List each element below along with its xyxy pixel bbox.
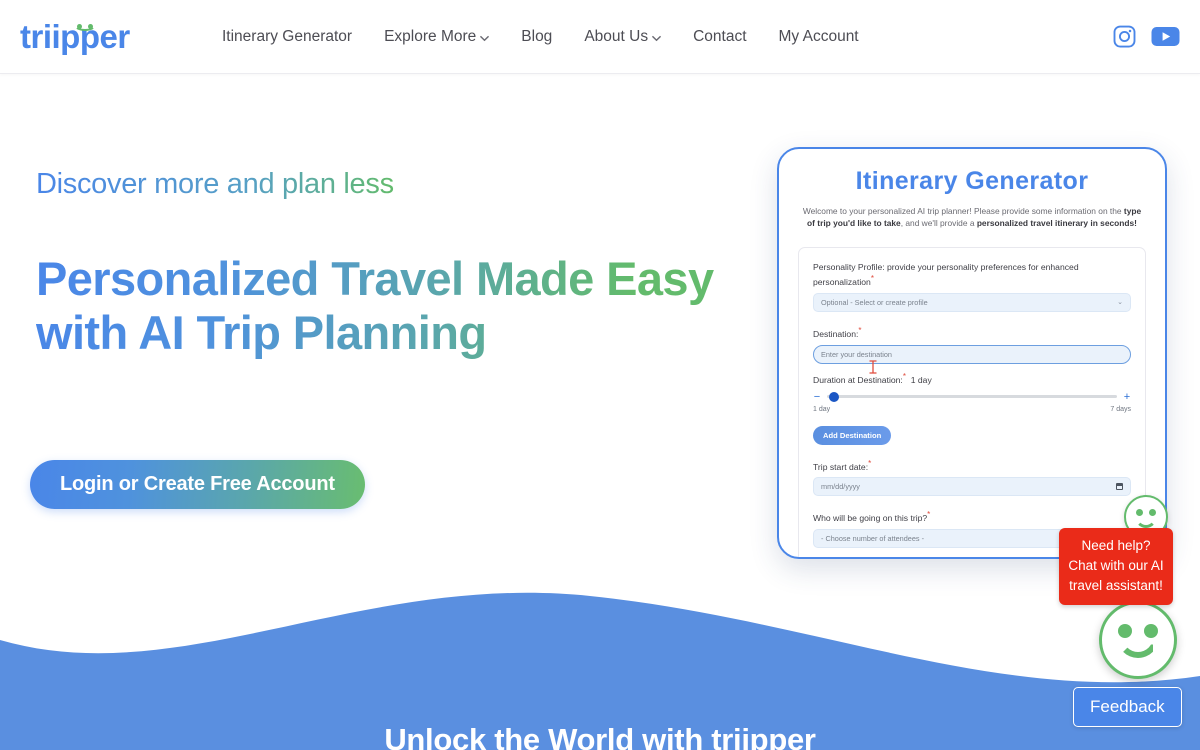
trip-start-date-input[interactable]: mm/dd/yyyy: [813, 477, 1131, 497]
slider-thumb[interactable]: [829, 391, 839, 402]
page-root: triipper Itinerary Generator Explore Mor…: [0, 0, 1200, 750]
login-create-account-button[interactable]: Login or Create Free Account: [30, 460, 365, 509]
nav-label: Blog: [521, 27, 553, 45]
attendees-placeholder: - Choose number of attendees -: [821, 534, 925, 544]
slider-track[interactable]: [827, 391, 1117, 402]
trip-start-date-placeholder: mm/dd/yyyy: [821, 482, 860, 492]
add-destination-button[interactable]: Add Destination: [813, 425, 892, 445]
chat-tooltip[interactable]: Need help? Chat with our AI travel assis…: [1059, 528, 1173, 605]
brand-logo[interactable]: triipper: [20, 14, 146, 60]
calendar-icon[interactable]: [1116, 483, 1123, 491]
site-header: triipper Itinerary Generator Explore Mor…: [0, 0, 1200, 74]
slider-max-label: 7 days: [1110, 405, 1131, 413]
duration-label-text: Duration at Destination:: [813, 374, 903, 385]
nav-item-about-us[interactable]: About Us: [568, 22, 677, 52]
instagram-icon[interactable]: [1112, 24, 1137, 49]
duration-value: 1 day: [910, 374, 932, 385]
nav-label: Contact: [693, 27, 747, 45]
youtube-icon[interactable]: [1151, 26, 1180, 47]
required-marker: *: [870, 274, 874, 283]
footer-band-heading: Unlock the World with triipper: [384, 722, 816, 750]
feedback-button[interactable]: Feedback: [1073, 687, 1182, 727]
destination-label-text: Destination:: [813, 328, 859, 339]
smiley-mouth: [1117, 634, 1159, 658]
minus-icon[interactable]: −: [813, 391, 821, 402]
duration-label: Duration at Destination:* 1 day: [813, 372, 1131, 385]
hero-title: Personalized Travel Made Easy with AI Tr…: [36, 252, 716, 360]
nav-label: Itinerary Generator: [222, 27, 353, 45]
personality-profile-label-text: Personality Profile: provide your person…: [813, 262, 1079, 287]
trip-start-date-label: Trip start date:*: [813, 458, 1131, 473]
smiley-mouth: [1135, 514, 1157, 528]
personality-profile-placeholder: Optional - Select or create profile: [821, 297, 928, 307]
social-links: [1112, 24, 1180, 49]
itinerary-generator-preview-card: Itinerary Generator Welcome to your pers…: [777, 147, 1167, 559]
nav-label: Explore More: [384, 27, 477, 45]
preview-form: Personality Profile: provide your person…: [798, 247, 1146, 557]
text-cursor-icon: [868, 360, 878, 374]
destination-input[interactable]: Enter your destination: [813, 344, 1131, 364]
destination-placeholder: Enter your destination: [821, 349, 892, 359]
preview-title: Itinerary Generator: [855, 167, 1089, 195]
welcome-prefix: Welcome to your personalized AI trip pla…: [802, 206, 1124, 216]
nav-label: About Us: [584, 27, 649, 45]
logo-eye-right: [88, 23, 93, 29]
personality-profile-label: Personality Profile: provide your person…: [813, 261, 1131, 288]
primary-nav: Itinerary Generator Explore More Blog Ab…: [206, 22, 875, 52]
welcome-mid: , and we'll provide a: [900, 218, 977, 228]
nav-item-explore-more[interactable]: Explore More: [368, 22, 505, 52]
chevron-down-icon: [480, 34, 490, 43]
hero-title-line1: Personalized Travel Made Easy: [36, 252, 714, 305]
duration-slider[interactable]: − +: [813, 391, 1131, 402]
smiley-face-logo-icon: [72, 18, 106, 36]
slider-min-label: 1 day: [813, 405, 831, 413]
logo-eye-left: [77, 23, 82, 29]
destination-label: Destination:*: [813, 325, 1131, 340]
trip-start-date-label-text: Trip start date:: [813, 461, 869, 472]
nav-item-contact[interactable]: Contact: [677, 22, 762, 52]
chat-launcher-smiley-icon[interactable]: [1099, 601, 1177, 679]
nav-item-blog[interactable]: Blog: [505, 22, 568, 52]
hero-eyebrow: Discover more and plan less: [36, 168, 394, 200]
preview-welcome-text: Welcome to your personalized AI trip pla…: [801, 205, 1143, 229]
required-marker: *: [858, 325, 862, 335]
required-marker: *: [902, 371, 906, 381]
personality-profile-select[interactable]: Optional - Select or create profile ⌄: [813, 292, 1131, 312]
hero-title-line2: with AI Trip Planning: [36, 306, 487, 359]
chevron-down-icon: ⌄: [1117, 299, 1123, 307]
slider-range-labels: 1 day 7 days: [813, 406, 1131, 413]
chevron-down-icon: [652, 34, 661, 43]
nav-item-itinerary-generator[interactable]: Itinerary Generator: [206, 22, 368, 52]
attendees-label: Who will be going on this trip?*: [813, 509, 1131, 524]
nav-item-my-account[interactable]: My Account: [763, 22, 875, 52]
welcome-bold-2: personalized travel itinerary in seconds…: [976, 218, 1137, 228]
required-marker: *: [927, 510, 931, 520]
nav-label: My Account: [778, 27, 859, 45]
required-marker: *: [868, 458, 872, 468]
plus-icon[interactable]: +: [1123, 391, 1131, 402]
attendees-label-text: Who will be going on this trip?: [813, 513, 928, 524]
